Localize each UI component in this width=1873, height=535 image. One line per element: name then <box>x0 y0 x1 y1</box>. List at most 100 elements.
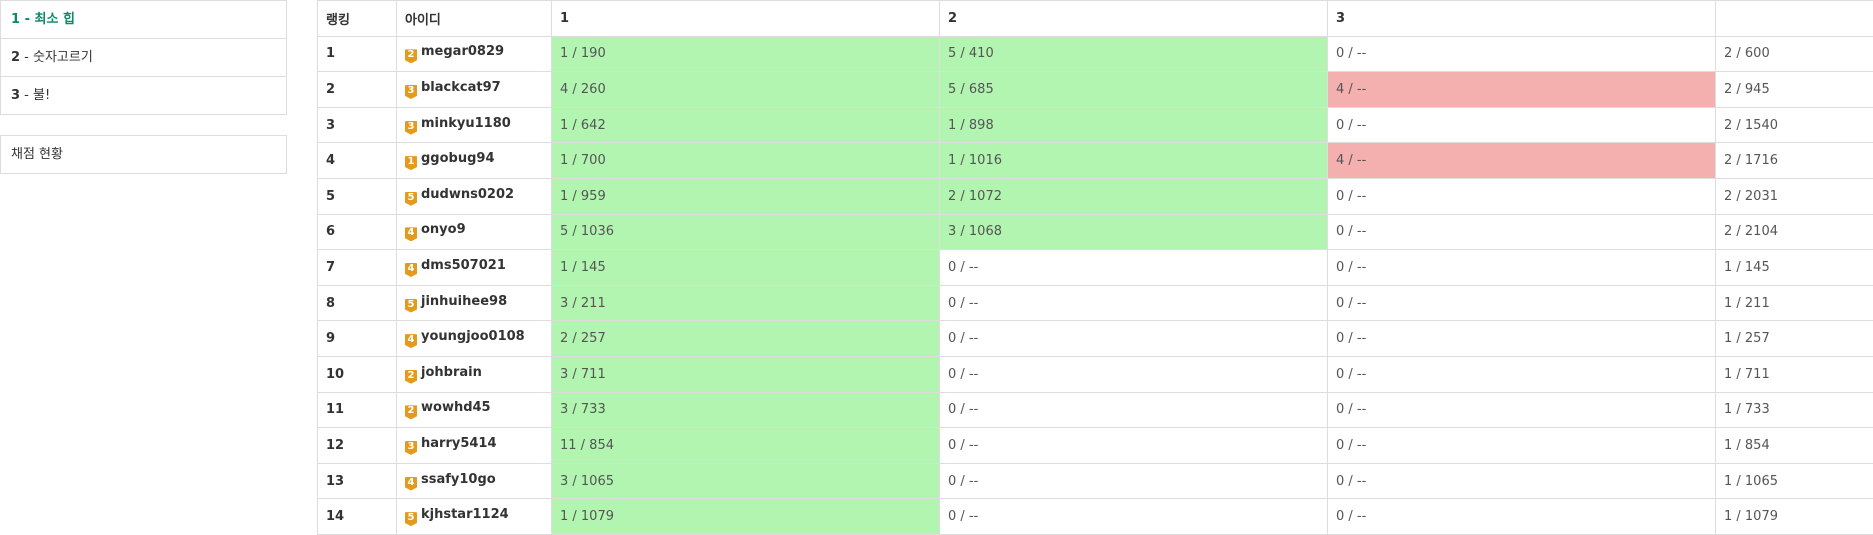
user-cell: 2 megar0829 <box>397 36 552 72</box>
header-id: 아이디 <box>397 1 552 37</box>
problem-3-result-cell: 4 / -- <box>1328 143 1716 179</box>
rank-cell: 7 <box>318 250 397 286</box>
problem-2-result-cell: 0 / -- <box>940 250 1328 286</box>
user-cell: 2 wowhd45 <box>397 392 552 428</box>
tier-badge-icon: 5 <box>405 192 417 206</box>
problem-link-1[interactable]: 1 - 최소 힙 <box>1 1 286 39</box>
problem-2-result-cell: 0 / -- <box>940 392 1328 428</box>
user-id-link[interactable]: jinhuihee98 <box>421 294 507 309</box>
problem-1-result-cell: 3 / 1065 <box>552 463 940 499</box>
problem-1-result-cell: 3 / 733 <box>552 392 940 428</box>
user-id-link[interactable]: kjhstar1124 <box>421 507 509 522</box>
rank-cell: 14 <box>318 499 397 535</box>
user-id-link[interactable]: megar0829 <box>421 44 504 59</box>
judge-status-link[interactable]: 채점 현황 <box>1 136 286 173</box>
problem-separator: - <box>20 12 34 27</box>
user-cell: 3blackcat97 <box>397 72 552 108</box>
tier-badge-icon: 2 <box>405 405 417 419</box>
problem-1-result-cell: 1 / 642 <box>552 107 940 143</box>
problem-2-result-cell: 0 / -- <box>940 285 1328 321</box>
table-row: 64onyo95 / 10363 / 10680 / --2 / 2104 <box>318 214 1873 250</box>
problem-1-result-cell: 1 / 145 <box>552 250 940 286</box>
problem-3-result-cell: 0 / -- <box>1328 178 1716 214</box>
problem-2-result-cell: 0 / -- <box>940 356 1328 392</box>
user-id-link[interactable]: harry5414 <box>421 436 497 451</box>
problem-1-result-cell: 3 / 711 <box>552 356 940 392</box>
total-cell: 1 / 1065 <box>1716 463 1873 499</box>
status-group: 채점 현황 <box>0 135 287 174</box>
problem-number: 1 <box>11 12 20 27</box>
problem-2-result-cell: 0 / -- <box>940 499 1328 535</box>
problem-1-result-cell: 1 / 700 <box>552 143 940 179</box>
problem-2-result-cell: 1 / 1016 <box>940 143 1328 179</box>
problem-1-result-cell: 1 / 190 <box>552 36 940 72</box>
problem-3-result-cell: 0 / -- <box>1328 285 1716 321</box>
table-row: 102johbrain3 / 7110 / --0 / --1 / 711 <box>318 356 1873 392</box>
rank-cell: 2 <box>318 72 397 108</box>
tier-badge-icon: 5 <box>405 512 417 526</box>
total-cell: 1 / 1079 <box>1716 499 1873 535</box>
problem-3-result-cell: 0 / -- <box>1328 428 1716 464</box>
problem-link-2[interactable]: 2 - 숫자고르기 <box>1 39 286 77</box>
problem-separator: - <box>20 88 33 103</box>
header-problem-2[interactable]: 2 <box>940 1 1328 37</box>
problem-1-result-cell: 11 / 854 <box>552 428 940 464</box>
problem-number: 3 <box>11 88 20 103</box>
rank-cell: 5 <box>318 178 397 214</box>
problem-3-result-cell: 0 / -- <box>1328 36 1716 72</box>
rank-cell: 9 <box>318 321 397 357</box>
problem-1-result-cell: 1 / 1079 <box>552 499 940 535</box>
table-row: 74dms5070211 / 1450 / --0 / --1 / 145 <box>318 250 1873 286</box>
rank-cell: 12 <box>318 428 397 464</box>
user-id-link[interactable]: johbrain <box>421 365 482 380</box>
user-cell: 3harry5414 <box>397 428 552 464</box>
user-id-link[interactable]: wowhd45 <box>421 400 491 415</box>
table-row: 123harry541411 / 8540 / --0 / --1 / 854 <box>318 428 1873 464</box>
total-cell: 1 / 854 <box>1716 428 1873 464</box>
user-cell: 4dms507021 <box>397 250 552 286</box>
tier-badge-icon: 3 <box>405 121 417 135</box>
problem-number: 2 <box>11 50 20 65</box>
problem-title: 숫자고르기 <box>33 50 93 65</box>
tier-badge-icon: 4 <box>405 477 417 491</box>
user-cell: 3 minkyu1180 <box>397 107 552 143</box>
total-cell: 2 / 945 <box>1716 72 1873 108</box>
table-row: 23blackcat974 / 2605 / 6854 / --2 / 945 <box>318 72 1873 108</box>
scoreboard-table: 랭킹 아이디 1 2 3 12megar08291 / 1905 / 4100 … <box>317 0 1873 535</box>
user-cell: 5 jinhuihee98 <box>397 285 552 321</box>
user-id-link[interactable]: dudwns0202 <box>421 187 514 202</box>
scoreboard: 랭킹 아이디 1 2 3 12megar08291 / 1905 / 4100 … <box>317 0 1873 535</box>
table-row: 134ssafy10go3 / 10650 / --0 / --1 / 1065 <box>318 463 1873 499</box>
user-cell: 4youngjoo0108 <box>397 321 552 357</box>
user-cell: 5 dudwns0202 <box>397 178 552 214</box>
total-cell: 2 / 600 <box>1716 36 1873 72</box>
user-id-link[interactable]: ssafy10go <box>421 472 496 487</box>
problem-2-result-cell: 5 / 410 <box>940 36 1328 72</box>
sidebar: 1 - 최소 힙 2 - 숫자고르기 3 - 불! 채점 현황 <box>0 0 287 174</box>
total-cell: 2 / 1540 <box>1716 107 1873 143</box>
problem-1-result-cell: 3 / 211 <box>552 285 940 321</box>
problem-3-result-cell: 0 / -- <box>1328 499 1716 535</box>
problem-3-result-cell: 0 / -- <box>1328 392 1716 428</box>
user-id-link[interactable]: minkyu1180 <box>421 116 511 131</box>
problem-2-result-cell: 0 / -- <box>940 428 1328 464</box>
header-problem-3[interactable]: 3 <box>1328 1 1716 37</box>
tier-badge-icon: 1 <box>405 156 417 170</box>
user-id-link[interactable]: youngjoo0108 <box>421 329 525 344</box>
table-row: 12megar08291 / 1905 / 4100 / --2 / 600 <box>318 36 1873 72</box>
problem-3-result-cell: 0 / -- <box>1328 107 1716 143</box>
user-id-link[interactable]: dms507021 <box>421 258 506 273</box>
header-problem-1[interactable]: 1 <box>552 1 940 37</box>
problem-link-3[interactable]: 3 - 불! <box>1 77 286 114</box>
user-id-link[interactable]: onyo9 <box>421 222 466 237</box>
table-row: 41ggobug941 / 7001 / 10164 / --2 / 1716 <box>318 143 1873 179</box>
tier-badge-icon: 2 <box>405 49 417 63</box>
user-id-link[interactable]: ggobug94 <box>421 151 495 166</box>
rank-cell: 6 <box>318 214 397 250</box>
user-id-link[interactable]: blackcat97 <box>421 80 501 95</box>
problem-2-result-cell: 1 / 898 <box>940 107 1328 143</box>
problem-3-result-cell: 0 / -- <box>1328 356 1716 392</box>
user-cell: 2johbrain <box>397 356 552 392</box>
problem-3-result-cell: 0 / -- <box>1328 463 1716 499</box>
tier-badge-icon: 5 <box>405 299 417 313</box>
